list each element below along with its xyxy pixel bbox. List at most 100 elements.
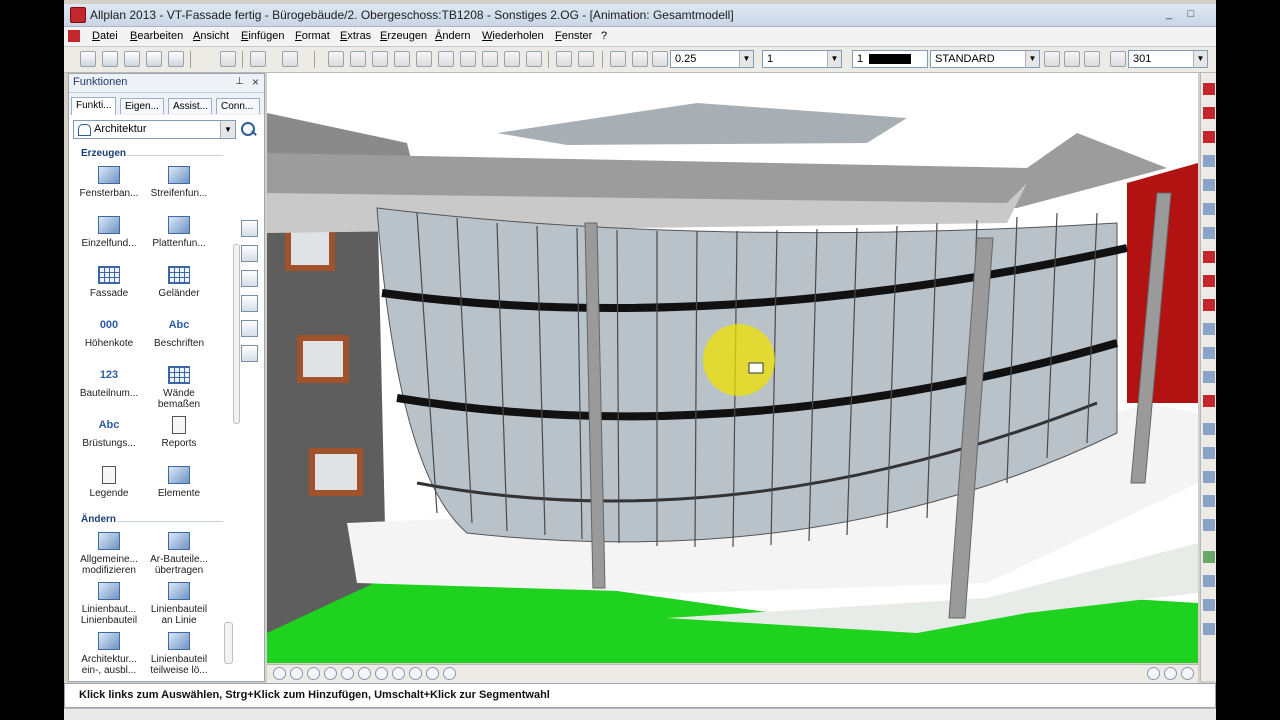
layer-select[interactable]: STANDARD ▼ <box>930 50 1040 68</box>
select-filter-icon[interactable] <box>1203 551 1215 563</box>
menu-help[interactable]: ? <box>601 30 607 42</box>
menu-fenster[interactable]: Fenster <box>555 30 592 42</box>
drawing-files-icon[interactable] <box>124 51 140 67</box>
grid-icon[interactable] <box>1203 323 1215 335</box>
rectangle-icon[interactable] <box>1203 371 1215 383</box>
menu-bearbeiten[interactable]: Bearbeiten <box>130 30 183 42</box>
display-settings-icon[interactable] <box>1164 667 1177 680</box>
hatching-icon[interactable] <box>1110 51 1126 67</box>
circle-icon[interactable] <box>1203 275 1215 287</box>
hatch-select[interactable]: 301 ▼ <box>1128 50 1208 68</box>
document-menu-icon[interactable] <box>68 30 80 42</box>
view-cube-icon[interactable] <box>1147 667 1160 680</box>
search-icon[interactable] <box>241 122 255 136</box>
redo-view-icon[interactable] <box>443 667 456 680</box>
stair-icon[interactable] <box>241 345 258 362</box>
panel-close-button[interactable]: × <box>252 75 259 89</box>
plot-preview-icon[interactable] <box>220 51 236 67</box>
next-view-icon[interactable] <box>375 667 388 680</box>
zoom-icon[interactable] <box>578 51 594 67</box>
floor-plan-icon[interactable] <box>241 220 258 237</box>
function-item[interactable]: Linienbauteil teilweise lö... <box>145 632 213 676</box>
sum-icon[interactable] <box>1203 575 1215 587</box>
ellipse-icon[interactable] <box>1203 299 1215 311</box>
function-item[interactable]: Wände bemaßen <box>145 366 213 410</box>
function-item[interactable]: Geländer <box>145 266 213 299</box>
layer-settings-icon[interactable] <box>1044 51 1060 67</box>
offset-icon[interactable] <box>1203 203 1215 215</box>
extend-icon[interactable] <box>1203 471 1215 483</box>
chevron-down-icon[interactable]: ▼ <box>739 51 753 67</box>
section-icon[interactable] <box>241 245 258 262</box>
line-icon[interactable] <box>1203 107 1215 119</box>
function-item[interactable]: Architektur... ein-, ausbl... <box>75 632 143 676</box>
undo-icon[interactable] <box>250 51 266 67</box>
tab-connect[interactable]: Conn... <box>216 98 260 114</box>
allplan-logo-icon[interactable] <box>70 7 86 23</box>
stretch-icon[interactable] <box>1203 423 1215 435</box>
wall-icon[interactable] <box>241 270 258 287</box>
tab-assistants[interactable]: Assist... <box>168 98 212 114</box>
function-item[interactable]: Elemente <box>145 466 213 499</box>
function-item[interactable]: Plattenfun... <box>145 216 213 249</box>
panel-scrollbar[interactable] <box>233 224 240 484</box>
box-icon[interactable] <box>526 51 542 67</box>
color-select[interactable]: 1 <box>852 50 928 68</box>
3d-viewport[interactable] <box>267 73 1198 663</box>
redo-icon[interactable] <box>282 51 298 67</box>
delete-icon[interactable] <box>350 51 366 67</box>
cut-icon[interactable] <box>372 51 388 67</box>
snap-icon[interactable] <box>1203 227 1215 239</box>
fillet-icon[interactable] <box>1203 495 1215 507</box>
pen-icon[interactable] <box>632 51 648 67</box>
category-select[interactable]: Architektur ▼ <box>73 120 236 139</box>
zoom-window-icon[interactable] <box>290 667 303 680</box>
zoom-in-icon[interactable] <box>341 667 354 680</box>
function-item[interactable]: Legende <box>75 466 143 499</box>
undo-view-icon[interactable] <box>426 667 439 680</box>
layers-icon[interactable] <box>1203 347 1215 359</box>
curve-icon[interactable] <box>1203 251 1215 263</box>
copy-paste-icon[interactable] <box>438 51 454 67</box>
menu-datei[interactable]: Datei <box>92 30 118 42</box>
function-item[interactable]: Streifenfun... <box>145 166 213 199</box>
pin-icon[interactable]: ⊥ <box>235 76 244 87</box>
close-view-icon[interactable] <box>273 667 286 680</box>
mirror-icon[interactable] <box>504 51 520 67</box>
project-open-icon[interactable] <box>102 51 118 67</box>
function-item[interactable]: Reports <box>145 416 213 449</box>
minimize-button[interactable]: _ <box>1158 7 1180 22</box>
menu-format[interactable]: Format <box>295 30 330 42</box>
function-item[interactable]: Fensterban... <box>75 166 143 199</box>
chevron-down-icon[interactable]: ▼ <box>827 51 841 67</box>
tab-properties[interactable]: Eigen... <box>120 98 164 114</box>
pan-icon[interactable] <box>307 667 320 680</box>
building-model-render[interactable] <box>267 73 1198 663</box>
globe-icon[interactable] <box>556 51 572 67</box>
chevron-down-icon[interactable]: ▼ <box>1193 51 1207 67</box>
function-item[interactable]: Abc Brüstungs... <box>75 416 143 449</box>
menu-erzeugen[interactable]: Erzeugen <box>380 30 427 42</box>
arc-icon[interactable] <box>1203 131 1215 143</box>
title-bar[interactable]: Allplan 2013 - VT-Fassade fertig - Bürog… <box>64 4 1216 27</box>
function-item[interactable]: Abc Beschriften <box>145 316 213 349</box>
rotate-icon[interactable] <box>482 51 498 67</box>
dimension-icon[interactable] <box>1203 155 1215 167</box>
pencil-icon[interactable] <box>1203 83 1215 95</box>
pen-thickness-select[interactable]: 0.25 ▼ <box>670 50 754 68</box>
funnel-icon[interactable] <box>1203 623 1215 635</box>
scroll-thumb[interactable] <box>224 622 233 664</box>
menu-einfuegen[interactable]: Einfügen <box>241 30 284 42</box>
zoom-out-icon[interactable] <box>324 667 337 680</box>
function-item[interactable]: Linienbaut... Linienbauteil <box>75 582 143 626</box>
function-item[interactable]: 000 Höhenkote <box>75 316 143 349</box>
tab-functions[interactable]: Funkti... <box>71 97 116 115</box>
menu-wiederholen[interactable]: Wiederholen <box>482 30 544 42</box>
door-icon[interactable] <box>241 295 258 312</box>
function-item[interactable]: Allgemeine... modifizieren <box>75 532 143 576</box>
print-icon[interactable] <box>168 51 184 67</box>
trim-icon[interactable] <box>1203 447 1215 459</box>
layer-visibility-icon[interactable] <box>1064 51 1080 67</box>
function-item[interactable]: Ar-Bauteile... übertragen <box>145 532 213 576</box>
chevron-down-icon[interactable]: ▼ <box>1025 51 1039 67</box>
